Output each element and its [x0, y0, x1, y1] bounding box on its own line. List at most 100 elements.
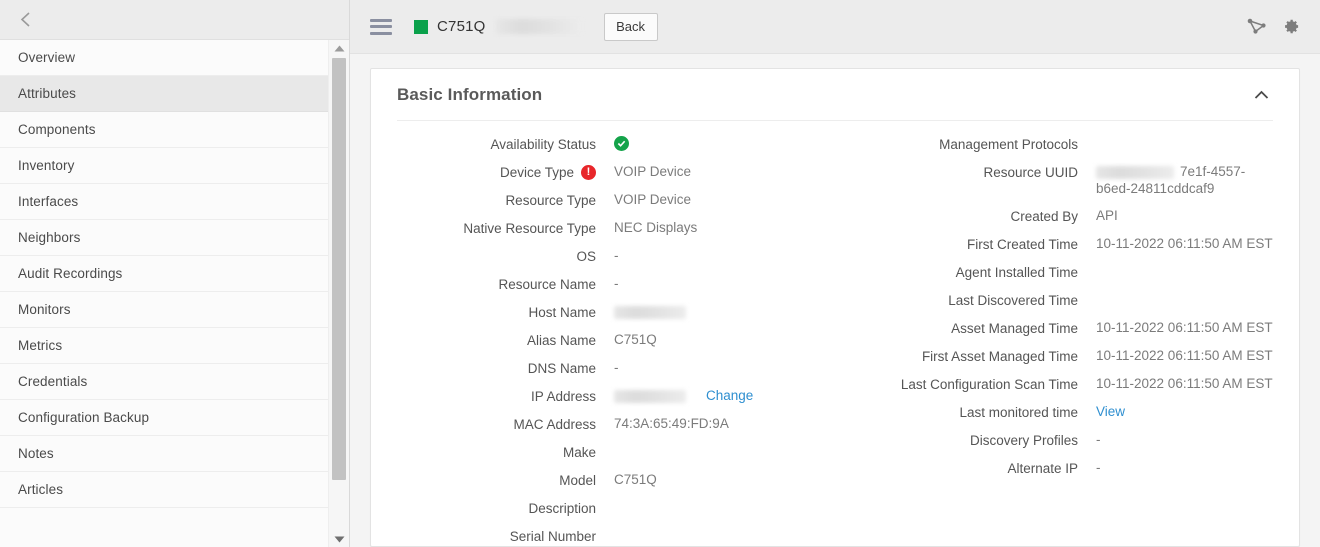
- field-value: NEC Displays: [596, 219, 795, 236]
- field-row: Resource Type VOIP Device: [397, 191, 795, 209]
- field-value: 7e1f-4557-b6ed-24811cddcaf9: [1078, 163, 1273, 197]
- scrollbar-thumb[interactable]: [332, 58, 346, 480]
- field-value: View: [1078, 403, 1273, 420]
- field-label: Last Discovered Time: [883, 291, 1078, 309]
- card-header: Basic Information: [397, 69, 1273, 121]
- field-label-inner: Model: [559, 472, 596, 489]
- sidebar-item-overview[interactable]: Overview: [0, 40, 329, 76]
- field-row: IP Address Change: [397, 387, 795, 405]
- fields-left-column: Availability Status Device Type! VOIP Devi…: [397, 135, 835, 547]
- chevron-up-icon[interactable]: [1249, 83, 1273, 107]
- sidebar-item-label: Overview: [18, 50, 76, 65]
- sidebar-item-interfaces[interactable]: Interfaces: [0, 184, 329, 220]
- sidebar-item-credentials[interactable]: Credentials: [0, 364, 329, 400]
- field-label-inner: Alternate IP: [1007, 460, 1078, 477]
- page-title: Basic Information: [397, 84, 543, 104]
- sidebar-item-articles[interactable]: Articles: [0, 472, 329, 508]
- field-label-text: Management Protocols: [939, 137, 1078, 152]
- sidebar-item-notes[interactable]: Notes: [0, 436, 329, 472]
- sidebar-item-label: Interfaces: [18, 194, 79, 209]
- sidebar-item-audit-recordings[interactable]: Audit Recordings: [0, 256, 329, 292]
- field-row: Alternate IP -: [883, 459, 1273, 477]
- field-row: Discovery Profiles -: [883, 431, 1273, 449]
- main-panel: C751Q Back Basic Information Availabilit…: [350, 0, 1320, 547]
- field-value: Change: [596, 387, 795, 404]
- topology-icon[interactable]: [1242, 13, 1270, 41]
- field-label-inner: Availability Status: [490, 136, 596, 153]
- field-label: First Asset Managed Time: [883, 347, 1078, 365]
- field-label-inner: Resource UUID: [983, 164, 1078, 181]
- field-label-text: Description: [528, 501, 596, 516]
- field-label-text: Created By: [1010, 209, 1078, 224]
- sidebar-item-configuration-backup[interactable]: Configuration Backup: [0, 400, 329, 436]
- field-label-inner: Last Configuration Scan Time: [901, 376, 1078, 393]
- sidebar-item-label: Credentials: [18, 374, 88, 389]
- field-value-text: VOIP Device: [614, 164, 692, 179]
- sidebar-item-components[interactable]: Components: [0, 112, 329, 148]
- field-label-inner: Created By: [1010, 208, 1078, 225]
- sidebar-item-neighbors[interactable]: Neighbors: [0, 220, 329, 256]
- sidebar-item-label: Attributes: [18, 86, 77, 101]
- field-value-text: C751Q: [614, 332, 657, 347]
- field-label-inner: Agent Installed Time: [956, 264, 1078, 281]
- field-label: Last monitored time: [883, 403, 1078, 421]
- field-value: C751Q: [596, 331, 795, 348]
- sidebar-header: [0, 0, 349, 40]
- field-label-inner: Last Discovered Time: [948, 292, 1078, 309]
- sidebar-item-label: Notes: [18, 446, 54, 461]
- field-label: Serial Number: [397, 527, 596, 545]
- field-label: Make: [397, 443, 596, 461]
- field-row: Resource UUID 7e1f-4557-b6ed-24811cddcaf9: [883, 163, 1273, 197]
- field-label-inner: IP Address: [531, 388, 596, 405]
- field-label-text: Resource UUID: [983, 165, 1078, 180]
- hamburger-menu-icon[interactable]: [370, 18, 392, 35]
- chevron-left-icon[interactable]: [14, 9, 36, 31]
- alert-circle-icon[interactable]: !: [581, 165, 596, 180]
- field-label-inner: Management Protocols: [939, 136, 1078, 153]
- field-label: MAC Address: [397, 415, 596, 433]
- scroll-down-arrow-icon[interactable]: [329, 531, 349, 547]
- back-button[interactable]: Back: [603, 12, 658, 41]
- sidebar-item-attributes[interactable]: Attributes: [0, 76, 329, 112]
- field-row: Last Discovered Time: [883, 291, 1273, 309]
- field-value: [596, 135, 795, 152]
- field-row: Serial Number: [397, 527, 795, 545]
- field-row: Resource Name -: [397, 275, 795, 293]
- field-label: Management Protocols: [883, 135, 1078, 153]
- field-row: Alias Name C751Q: [397, 331, 795, 349]
- field-row: Availability Status: [397, 135, 795, 153]
- field-label-inner: MAC Address: [513, 416, 596, 433]
- field-value: 10-11-2022 06:11:50 AM EST: [1078, 319, 1273, 336]
- sidebar-item-label: Articles: [18, 482, 64, 497]
- field-row: Management Protocols: [883, 135, 1273, 153]
- scroll-up-arrow-icon[interactable]: [329, 40, 349, 56]
- sidebar-scrollbar[interactable]: [328, 40, 349, 547]
- field-value: -: [1078, 431, 1273, 448]
- field-row: Last monitored time View: [883, 403, 1273, 421]
- field-label: Device Type!: [397, 163, 596, 181]
- field-label-text: Discovery Profiles: [969, 433, 1078, 448]
- field-value-text: 74:3A:65:49:FD:9A: [614, 416, 729, 431]
- field-label: Asset Managed Time: [883, 319, 1078, 337]
- field-value-text: -: [1096, 432, 1101, 447]
- field-row: Agent Installed Time: [883, 263, 1273, 281]
- field-label: Alias Name: [397, 331, 596, 349]
- sidebar-item-monitors[interactable]: Monitors: [0, 292, 329, 328]
- field-value: VOIP Device: [596, 191, 795, 208]
- sidebar-item-inventory[interactable]: Inventory: [0, 148, 329, 184]
- field-row: DNS Name -: [397, 359, 795, 377]
- change-link[interactable]: Change: [706, 388, 753, 403]
- field-label-inner: DNS Name: [528, 360, 596, 377]
- field-label-inner: Device Type!: [500, 164, 596, 181]
- field-value: -: [1078, 459, 1273, 476]
- redacted-value: [614, 389, 686, 403]
- view-link[interactable]: View: [1096, 404, 1125, 419]
- sidebar-item-metrics[interactable]: Metrics: [0, 328, 329, 364]
- gear-icon[interactable]: [1276, 13, 1304, 41]
- field-value: -: [596, 247, 795, 264]
- redacted-value-prefix: [1096, 165, 1174, 179]
- field-row: Description: [397, 499, 795, 517]
- field-row: MAC Address 74:3A:65:49:FD:9A: [397, 415, 795, 433]
- field-label-text: Make: [562, 445, 596, 460]
- field-row: Make: [397, 443, 795, 461]
